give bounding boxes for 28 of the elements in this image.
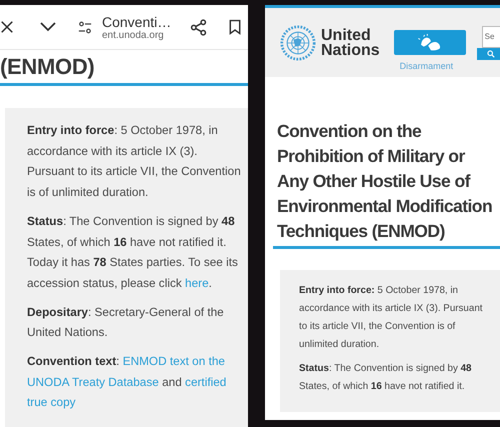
link[interactable]: true copy <box>27 395 76 410</box>
link[interactable]: certified <box>185 374 226 389</box>
logo-text[interactable]: Nations <box>321 42 380 58</box>
paragraph: Depositary: Secretary-General of the United Nations. <box>27 304 225 342</box>
emblem-icon <box>279 24 317 60</box>
page-heading: (ENMOD) <box>0 53 96 81</box>
logo-text[interactable]: United <box>321 28 380 42</box>
search-button[interactable] <box>476 48 500 60</box>
page-title: Conventi… <box>102 14 172 30</box>
tune-icon[interactable] <box>78 20 92 34</box>
link[interactable]: here <box>185 276 209 290</box>
search-icon <box>487 50 496 58</box>
paragraph: Entry into force: 5 October 1978, in accordance with its article IX (3). Pursuant to its article VII, the Convention is of unlimited duration. <box>299 284 484 352</box>
close-icon[interactable] <box>0 20 14 34</box>
paragraph: Convention text: ENMOD text on the UNODA Treaty Database and certified true copy <box>27 353 228 412</box>
share-icon[interactable] <box>190 18 207 36</box>
nav-label: Disarmament <box>400 61 454 71</box>
paragraph: Status: The Convention is signed by 48 States, of which 16 have not ratified it. <box>299 362 472 394</box>
link[interactable]: ENMOD text on the <box>122 354 225 368</box>
page-url: ent.unoda.org <box>102 30 165 40</box>
link[interactable]: UNODA Treaty Database <box>27 374 159 389</box>
chevron-down-icon[interactable] <box>40 22 56 32</box>
paragraph: Entry into force: 5 October 1978, in accordance with its article IX (3). Pursuant to its article VII, the Convention is of unlimited duration. <box>27 122 241 202</box>
disarmament-button[interactable] <box>394 30 466 55</box>
bookmark-icon[interactable] <box>229 19 241 35</box>
page-heading: Convention on the Prohibition of Military or Any Other Hostile Use of Environmental Modification Techniques (ENMOD) <box>277 120 494 243</box>
paragraph: Status: The Convention is signed by 48 States, of which 16 have not ratified it. Today it has 78 States parties. To see its accession status, please click here. <box>27 212 239 292</box>
search-field[interactable]: Se <box>482 26 500 48</box>
